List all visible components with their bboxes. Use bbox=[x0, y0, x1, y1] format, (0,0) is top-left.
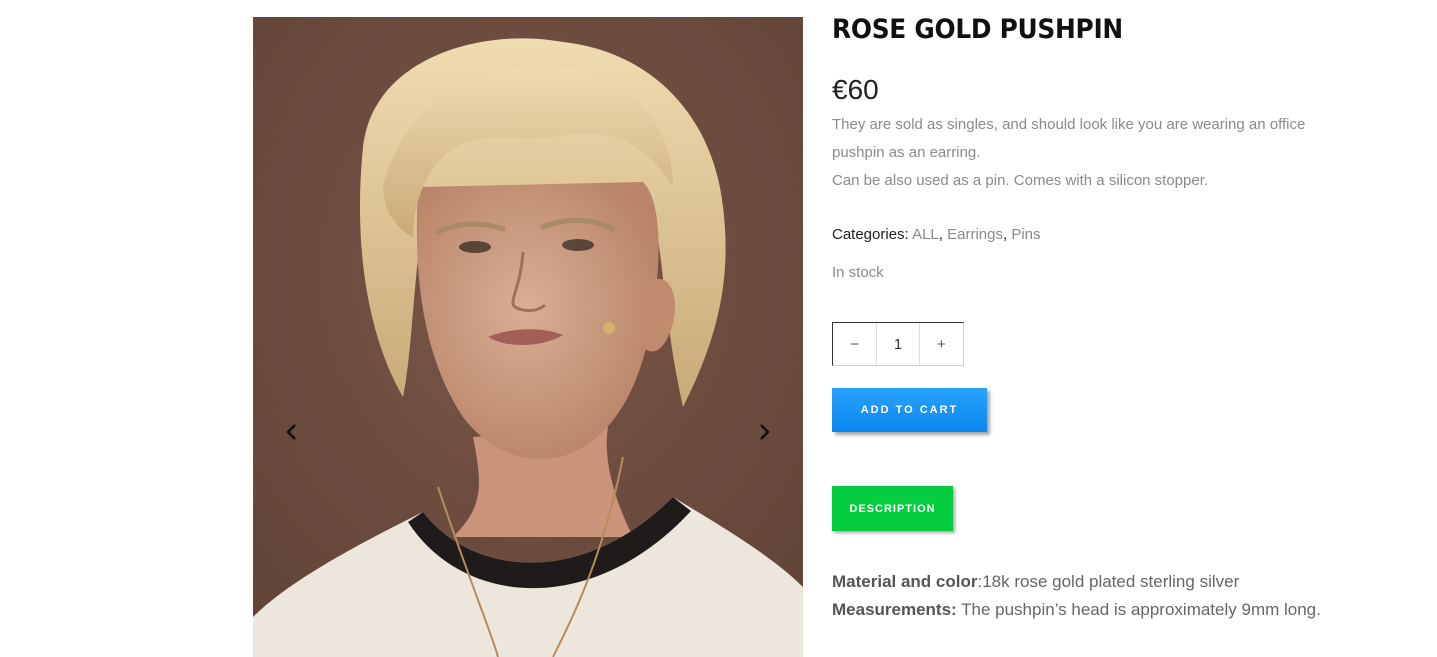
short-description-line: Can be also used as a pin. Comes with a … bbox=[832, 172, 1209, 189]
measurements-label: Measurements: bbox=[832, 600, 957, 619]
categories-label: Categories: bbox=[832, 226, 909, 243]
product-image-gallery bbox=[253, 17, 803, 657]
category-link-all[interactable]: ALL bbox=[912, 226, 939, 243]
gallery-next-button[interactable] bbox=[749, 417, 779, 447]
chevron-right-icon bbox=[760, 424, 770, 440]
material-line: Material and color:18k rose gold plated … bbox=[832, 568, 1321, 596]
product-page: ROSE GOLD PUSHPIN €60 They are sold as s… bbox=[0, 0, 1437, 657]
product-categories: Categories: ALL, Earrings, Pins bbox=[832, 226, 1041, 243]
material-label: Material and color bbox=[832, 572, 978, 591]
quantity-increase-button[interactable]: + bbox=[920, 323, 963, 365]
measurements-value: The pushpin’s head is approximately 9mm … bbox=[956, 600, 1321, 619]
gallery-prev-button[interactable] bbox=[277, 417, 307, 447]
product-price: €60 bbox=[832, 74, 879, 105]
product-details: Material and color:18k rose gold plated … bbox=[832, 568, 1321, 624]
material-value: :18k rose gold plated sterling silver bbox=[977, 572, 1240, 591]
quantity-decrease-button[interactable]: − bbox=[833, 323, 876, 365]
measurements-line: Measurements: The pushpin’s head is appr… bbox=[832, 596, 1321, 624]
chevron-left-icon bbox=[286, 424, 296, 440]
quantity-stepper: − 1 + bbox=[832, 322, 964, 366]
tab-description[interactable]: DESCRIPTION bbox=[832, 486, 953, 531]
category-separator: , bbox=[938, 226, 948, 243]
category-link-pins[interactable]: Pins bbox=[1011, 226, 1040, 243]
category-link-earrings[interactable]: Earrings bbox=[947, 226, 1003, 243]
quantity-input[interactable]: 1 bbox=[876, 323, 920, 365]
stock-status: In stock bbox=[832, 264, 884, 281]
product-short-description: They are sold as singles, and should loo… bbox=[832, 111, 1352, 195]
add-to-cart-button[interactable]: ADD TO CART bbox=[832, 388, 987, 432]
product-photo bbox=[253, 17, 803, 657]
short-description-line: They are sold as singles, and should loo… bbox=[832, 116, 1306, 161]
product-title: ROSE GOLD PUSHPIN bbox=[832, 14, 1123, 45]
